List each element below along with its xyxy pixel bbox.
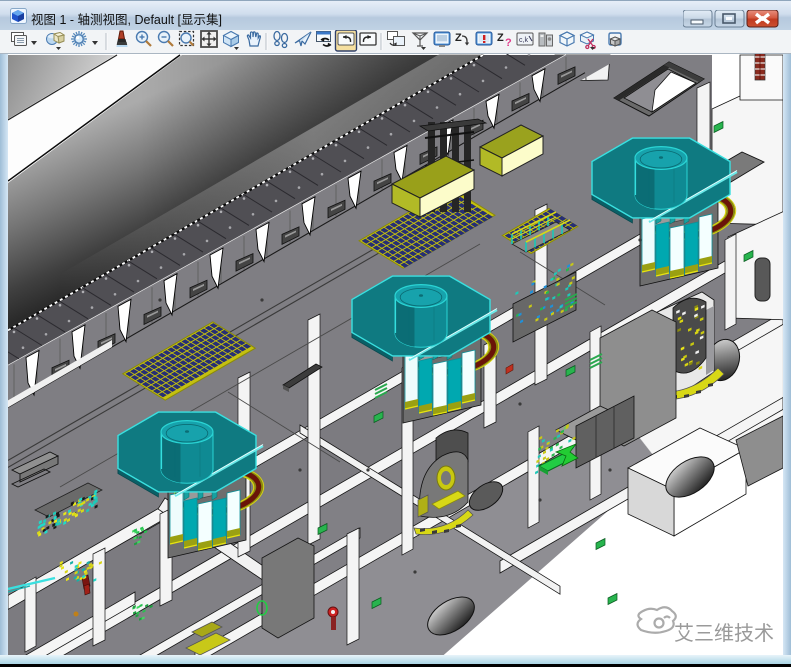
svg-text:?: ? [505,37,512,49]
svg-text:Z: Z [497,32,504,44]
svg-text:Z: Z [455,32,462,44]
svg-text:c,k: c,k [519,37,528,44]
svg-text:艾三维技术: 艾三维技术 [674,622,774,645]
